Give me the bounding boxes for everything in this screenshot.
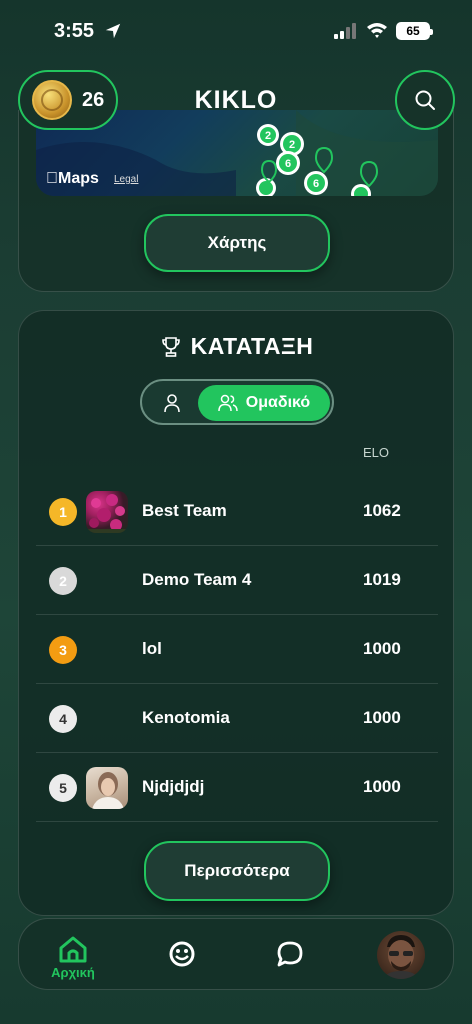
apple-logo-icon:  [46, 170, 58, 187]
team-name: Njdjdjdj [142, 777, 205, 796]
ranking-list: 1 Best Team 1062 2 Demo Team 4 1019 3 lo… [36, 477, 438, 822]
battery-indicator: 65 [396, 22, 433, 40]
status-bar: 3:55 65 [0, 0, 472, 60]
team-avatar [86, 491, 128, 533]
svg-text:2: 2 [289, 139, 295, 151]
ranking-row[interactable]: 2 Demo Team 4 1019 [36, 546, 438, 615]
person-icon [164, 394, 180, 413]
ranking-row[interactable]: 1 Best Team 1062 [36, 477, 438, 546]
nav-home-label: Αρχική [51, 965, 95, 980]
elo-column-header: ELO [363, 445, 390, 460]
rank-badge: 5 [49, 774, 77, 802]
toggle-team-label: Ομαδικό [245, 394, 311, 411]
toggle-individual[interactable] [148, 385, 196, 421]
rank-badge: 2 [49, 567, 77, 595]
rank-badge: 1 [49, 498, 77, 526]
team-elo: 1000 [363, 777, 401, 796]
home-icon [59, 936, 87, 963]
battery-level: 65 [406, 24, 420, 38]
team-elo: 1000 [363, 708, 401, 727]
team-name: Best Team [142, 501, 227, 520]
maps-label: Maps [46, 170, 99, 187]
search-icon [415, 90, 435, 110]
team-avatar [86, 767, 128, 809]
ranking-title: ΚΑΤΑΤΑΞΗ [190, 333, 314, 359]
ranking-row[interactable]: 3 lol 1000 [36, 615, 438, 684]
svg-text:6: 6 [313, 178, 319, 190]
map-button[interactable]: Χάρτης [144, 214, 330, 272]
status-time: 3:55 [54, 20, 95, 42]
header: 26 KIKLO [0, 62, 472, 138]
location-arrow-icon [105, 23, 121, 39]
team-name: Demo Team 4 [142, 570, 252, 589]
team-name: lol [142, 639, 162, 658]
nav-home[interactable]: Αρχική [45, 935, 101, 980]
svg-text:6: 6 [285, 158, 291, 170]
wifi-icon [367, 23, 387, 38]
team-elo: 1062 [363, 501, 401, 520]
apple-maps-logo: Maps [46, 170, 99, 188]
rank-badge: 4 [49, 705, 77, 733]
toggle-team[interactable]: Ομαδικό [198, 385, 330, 421]
cellular-signal-icon [334, 23, 356, 39]
ranking-card: ΚΑΤΑΤΑΞΗ Ομαδικό ELO 1 Best Team 1062 2 … [18, 310, 454, 916]
chat-bubble-icon [277, 941, 303, 967]
team-elo: 1019 [363, 570, 401, 589]
team-elo: 1000 [363, 639, 401, 658]
team-name: Kenotomia [142, 708, 230, 727]
ranking-header: ΚΑΤΑΤΑΞΗ [19, 333, 455, 360]
profile-avatar[interactable] [377, 931, 425, 979]
more-button[interactable]: Περισσότερα [144, 841, 330, 901]
bottom-navigation: Αρχική [18, 918, 454, 990]
group-icon [218, 394, 238, 412]
ranking-row[interactable]: 4 Kenotomia 1000 [36, 684, 438, 753]
nav-community[interactable] [167, 939, 197, 969]
nav-chat[interactable] [275, 939, 305, 969]
ranking-row[interactable]: 5 Njdjdjdj 1000 [36, 753, 438, 822]
ranking-mode-toggle: Ομαδικό [140, 379, 334, 425]
memoji-avatar-icon [383, 935, 419, 979]
legal-link[interactable]: Legal [114, 174, 138, 185]
smiley-face-icon [169, 941, 195, 967]
rank-badge: 3 [49, 636, 77, 664]
trophy-icon [161, 336, 180, 357]
search-button[interactable] [395, 70, 455, 130]
